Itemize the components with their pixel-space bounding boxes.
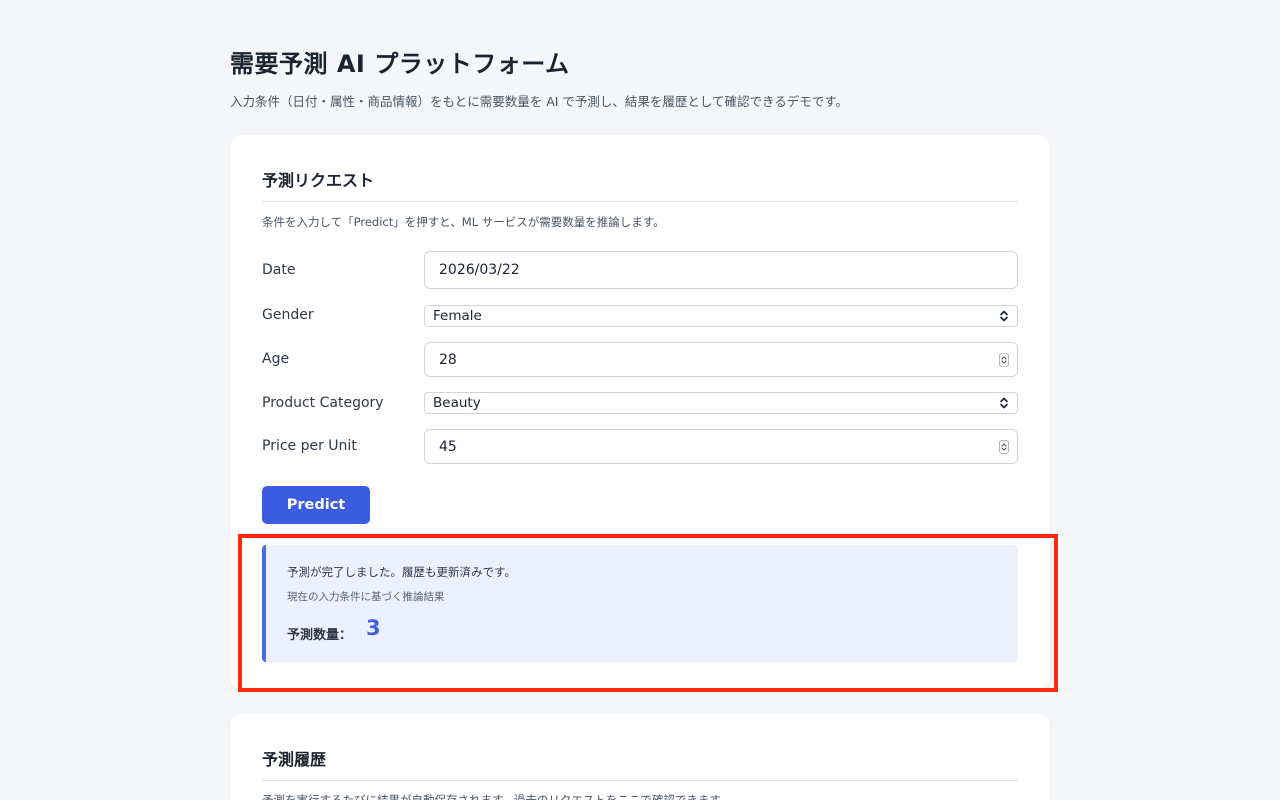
prediction-result-panel: 予測が完了しました。履歴も更新済みです。 現在の入力条件に基づく推論結果 予測数… [262,545,1018,662]
result-subtext: 現在の入力条件に基づく推論結果 [287,591,445,603]
chevron-updown-icon [1000,397,1008,409]
date-row: Date 2026/03/22 [262,251,1018,289]
age-value: 28 [439,351,457,368]
age-input[interactable]: 28 [424,342,1018,377]
date-input[interactable]: 2026/03/22 [424,251,1018,289]
prediction-history-card: 予測履歴 予測を実行するたびに結果が自動保存されます。過去のリクエストをここで確… [230,714,1050,800]
result-message: 予測が完了しました。履歴も更新済みです。 [287,565,516,579]
date-value: 2026/03/22 [439,262,520,278]
history-card-title: 予測履歴 [262,750,327,769]
divider [262,201,1018,202]
price-value: 45 [439,438,457,455]
price-label: Price per Unit [262,438,357,454]
page: 需要予測 AI プラットフォーム 入力条件（日付・属性・商品情報）をもとに需要数… [0,0,1280,800]
gender-label: Gender [262,307,314,323]
age-label: Age [262,351,290,367]
spinner-icon[interactable] [999,352,1009,367]
age-row: Age 28 [262,342,1018,377]
category-row: Product Category Beauty [262,392,1018,414]
page-title: 需要予測 AI プラットフォーム [230,50,570,78]
category-value: Beauty [433,395,481,411]
date-label: Date [262,262,296,278]
predict-button[interactable]: Predict [262,486,370,524]
page-subtitle: 入力条件（日付・属性・商品情報）をもとに需要数量を AI で予測し、結果を履歴と… [230,94,849,109]
prediction-request-card: 予測リクエスト 条件を入力して「Predict」を押すと、ML サービスが需要数… [230,135,1050,690]
price-row: Price per Unit 45 [262,429,1018,464]
category-select[interactable]: Beauty [424,392,1018,414]
predicted-quantity-label: 予測数量： [287,628,353,643]
request-card-title: 予測リクエスト [262,171,375,190]
gender-select[interactable]: Female [424,305,1018,327]
price-input[interactable]: 45 [424,429,1018,464]
gender-row: Gender Female [262,305,1018,327]
gender-value: Female [433,308,482,324]
spinner-icon[interactable] [999,439,1009,454]
request-card-description: 条件を入力して「Predict」を押すと、ML サービスが需要数量を推論します。 [262,215,665,229]
category-label: Product Category [262,395,384,411]
divider [262,780,1018,781]
chevron-updown-icon [1000,310,1008,322]
history-card-description: 予測を実行するたびに結果が自動保存されます。過去のリクエストをここで確認できます… [262,793,732,800]
predicted-quantity-value: 3 [366,616,381,640]
